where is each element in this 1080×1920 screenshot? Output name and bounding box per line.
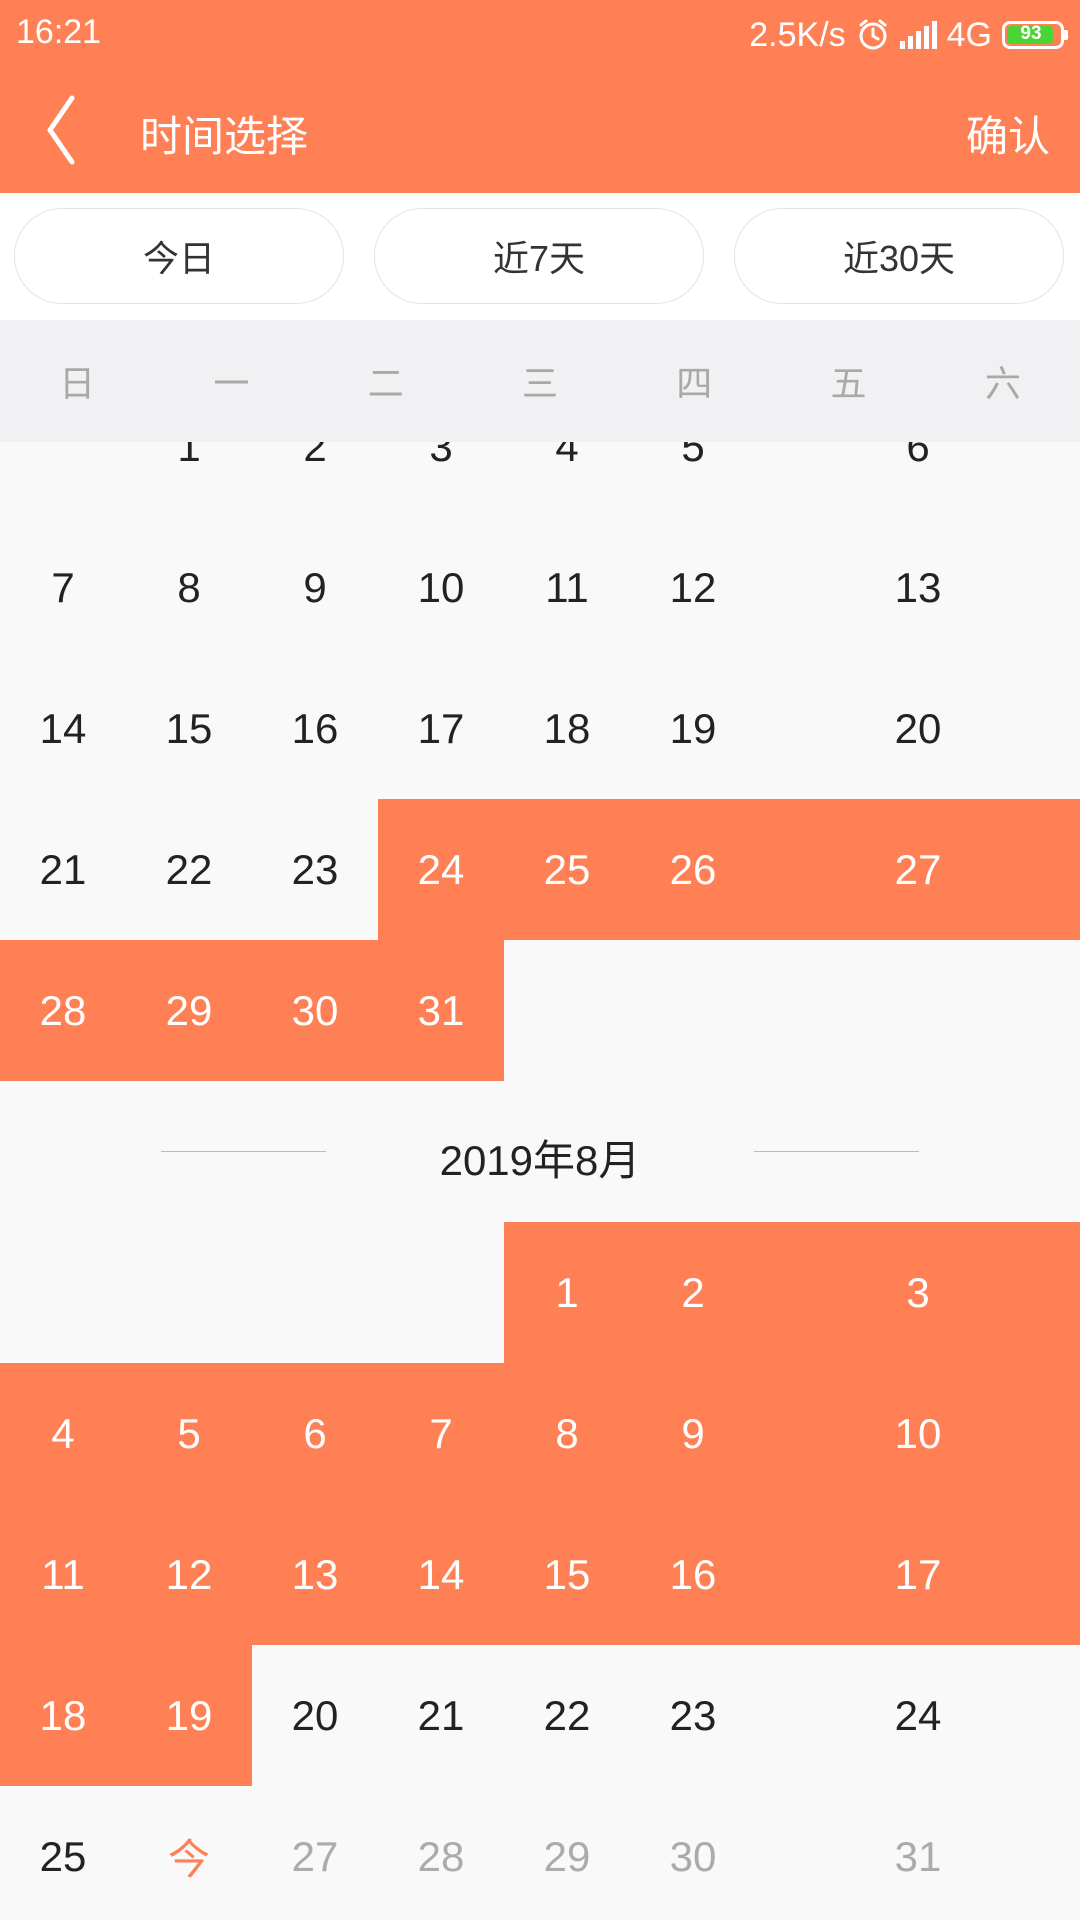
calendar-day-selected[interactable]: 5 — [126, 1363, 252, 1504]
weekday-tue: 二 — [367, 363, 404, 404]
calendar-day-selected[interactable]: 13 — [252, 1504, 378, 1645]
status-time: 16:21 — [16, 13, 102, 51]
calendar-day[interactable]: 13 — [756, 517, 1080, 658]
calendar-day[interactable]: 8 — [126, 517, 252, 658]
app-header: 时间选择 确认 — [0, 70, 1080, 193]
calendar-day[interactable]: 4 — [504, 442, 630, 517]
calendar-day-selected[interactable]: 11 — [0, 1504, 126, 1645]
calendar-day-selected[interactable]: 2 — [630, 1222, 756, 1363]
status-icons: 2.5K/s 4G 93 — [749, 13, 1068, 57]
month-label: 2019年8月 — [0, 1081, 1080, 1222]
calendar-day[interactable]: 17 — [378, 658, 504, 799]
calendar-day-selected[interactable]: 18 — [0, 1645, 126, 1786]
calendar-day[interactable]: 3 — [378, 442, 504, 517]
weekday-thu: 四 — [676, 363, 713, 404]
calendar-day[interactable]: 14 — [0, 658, 126, 799]
calendar-day-selected[interactable]: 27 — [756, 799, 1080, 940]
back-button[interactable] — [30, 90, 110, 170]
calendar-day[interactable]: 23 — [252, 799, 378, 940]
calendar-day-selected[interactable]: 24 — [378, 799, 504, 940]
calendar-day[interactable]: 11 — [504, 517, 630, 658]
alarm-icon — [859, 19, 887, 50]
calendar-day-selected[interactable]: 8 — [504, 1363, 630, 1504]
today-button[interactable]: 今日 — [14, 208, 344, 304]
calendar-day[interactable]: 20 — [756, 658, 1080, 799]
calendar-day[interactable]: 2 — [252, 442, 378, 517]
calendar-day-future[interactable]: 29 — [504, 1786, 630, 1920]
calendar-day[interactable]: 21 — [0, 799, 126, 940]
month-divider-right — [754, 1151, 919, 1152]
page-title: 时间选择 — [140, 113, 309, 160]
calendar-day[interactable]: 15 — [126, 658, 252, 799]
calendar-day-selected[interactable]: 3 — [756, 1222, 1080, 1363]
last-7-days-button[interactable]: 近7天 — [374, 208, 704, 304]
calendar-day[interactable]: 22 — [504, 1645, 630, 1786]
weekday-sat: 六 — [984, 363, 1021, 404]
confirm-button[interactable]: 确认 — [966, 103, 1050, 164]
calendar-day-selected[interactable]: 26 — [630, 799, 756, 940]
weekday-mon: 一 — [213, 363, 250, 404]
calendar-day-selected[interactable]: 7 — [378, 1363, 504, 1504]
calendar-day-selected[interactable]: 4 — [0, 1363, 126, 1504]
calendar-scroll[interactable]: 1 2 3 4 5 6 7 8 9 10 11 12 13 14 15 16 17 18 19 20 21 22 23 24 2… — [0, 442, 1080, 1920]
last-30-days-button[interactable]: 近30天 — [734, 208, 1064, 304]
signal-icon — [899, 21, 937, 49]
calendar-day-selected[interactable]: 6 — [252, 1363, 378, 1504]
calendar-day-selected[interactable]: 16 — [630, 1504, 756, 1645]
quick-range-bar: 今日 近7天 近30天 — [0, 193, 1080, 320]
calendar-day-selected[interactable]: 10 — [756, 1363, 1080, 1504]
calendar-day[interactable]: 7 — [0, 517, 126, 658]
calendar-day-selected[interactable]: 30 — [252, 940, 378, 1081]
calendar-day[interactable]: 1 — [126, 442, 252, 517]
calendar-day-selected[interactable]: 15 — [504, 1504, 630, 1645]
calendar-day-selected[interactable]: 31 — [378, 940, 504, 1081]
calendar-day-selected[interactable]: 12 — [126, 1504, 252, 1645]
calendar-day[interactable]: 6 — [756, 442, 1080, 517]
month-label-text: 2019年8月 — [439, 1137, 641, 1184]
calendar-day-selected[interactable]: 28 — [0, 940, 126, 1081]
weekday-fri: 五 — [830, 363, 867, 404]
calendar-day[interactable]: 10 — [378, 517, 504, 658]
calendar-day-selected[interactable]: 29 — [126, 940, 252, 1081]
weekday-sun: 日 — [59, 363, 96, 404]
calendar-day-selected[interactable]: 1 — [504, 1222, 630, 1363]
calendar-day-future[interactable]: 28 — [378, 1786, 504, 1920]
battery-level: 93 — [1020, 23, 1042, 44]
calendar-day-selected[interactable]: 14 — [378, 1504, 504, 1645]
calendar-day[interactable]: 16 — [252, 658, 378, 799]
weekday-wed: 三 — [521, 363, 558, 404]
calendar-day-selected[interactable]: 17 — [756, 1504, 1080, 1645]
calendar-day-selected[interactable]: 25 — [504, 799, 630, 940]
calendar-day[interactable]: 20 — [252, 1645, 378, 1786]
network-type: 4G — [946, 15, 992, 54]
battery-icon: 93 — [1002, 21, 1068, 49]
net-speed: 2.5K/s — [749, 15, 846, 54]
calendar-day[interactable]: 23 — [630, 1645, 756, 1786]
calendar-day-future[interactable]: 27 — [252, 1786, 378, 1920]
calendar-day-future[interactable]: 31 — [756, 1786, 1080, 1920]
calendar-day-selected[interactable]: 19 — [126, 1645, 252, 1786]
calendar-day[interactable]: 19 — [630, 658, 756, 799]
weekday-header: 日 一 二 三 四 五 六 — [0, 320, 1080, 442]
calendar-day[interactable]: 25 — [0, 1786, 126, 1920]
calendar-day[interactable]: 21 — [378, 1645, 504, 1786]
calendar-day-future[interactable]: 30 — [630, 1786, 756, 1920]
chevron-left-icon — [47, 95, 75, 165]
calendar-day[interactable]: 24 — [756, 1645, 1080, 1786]
calendar-day-today[interactable]: 今 — [126, 1786, 252, 1920]
calendar-day[interactable]: 5 — [630, 442, 756, 517]
calendar-day[interactable]: 12 — [630, 517, 756, 658]
status-bar: 16:21 2.5K/s 4G 93 — [0, 0, 1080, 70]
calendar-day[interactable]: 22 — [126, 799, 252, 940]
calendar-day[interactable]: 18 — [504, 658, 630, 799]
calendar-day-selected[interactable]: 9 — [630, 1363, 756, 1504]
calendar-day[interactable]: 9 — [252, 517, 378, 658]
